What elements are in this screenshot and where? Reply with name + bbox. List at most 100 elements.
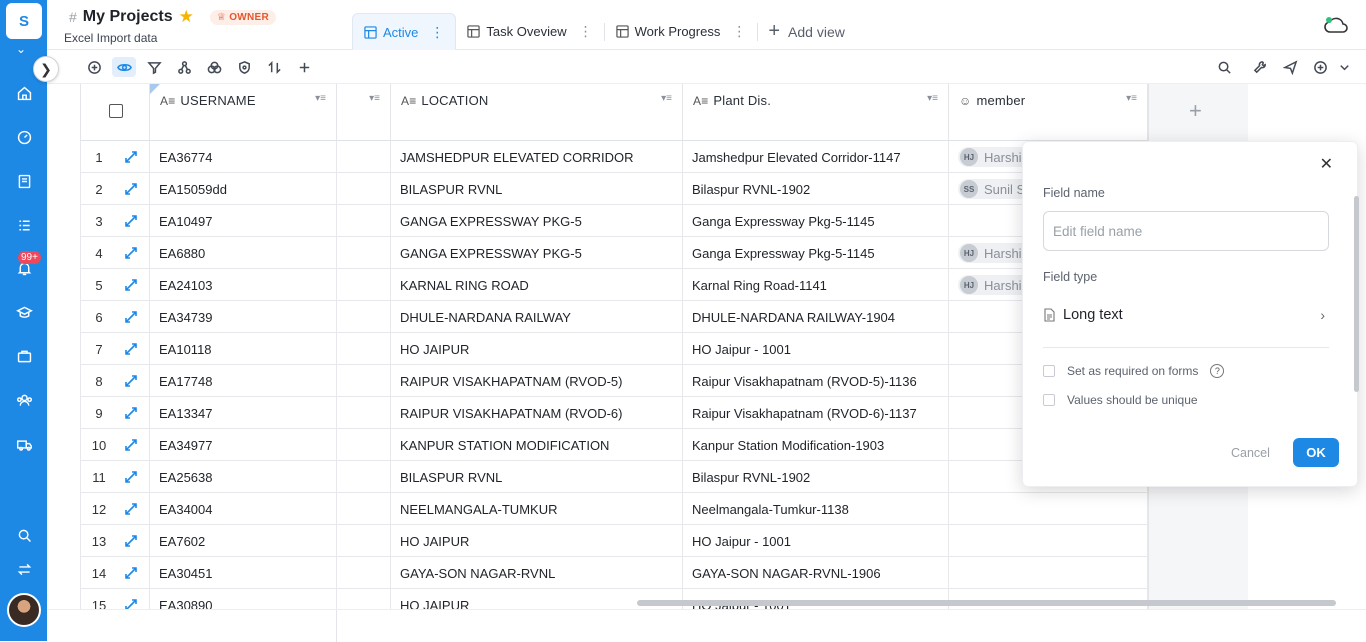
column-header-plant[interactable]: A≡ Plant Dis. ▾≡	[683, 84, 949, 141]
add-record-icon[interactable]	[82, 57, 106, 77]
plant-cell[interactable]: HO Jaipur - 1001	[683, 333, 949, 365]
blank-cell[interactable]	[337, 429, 391, 461]
workspace-logo[interactable]: S	[6, 3, 42, 39]
blank-cell[interactable]	[337, 269, 391, 301]
location-cell[interactable]: KANPUR STATION MODIFICATION	[391, 429, 683, 461]
blank-cell[interactable]	[337, 173, 391, 205]
username-cell[interactable]: EA36774	[150, 141, 337, 173]
shield-icon[interactable]	[232, 57, 256, 77]
member-cell[interactable]	[949, 557, 1148, 589]
username-cell[interactable]: EA17748	[150, 365, 337, 397]
blank-cell[interactable]	[337, 141, 391, 173]
location-cell[interactable]: GANGA EXPRESSWAY PKG-5	[391, 205, 683, 237]
column-menu-icon[interactable]: ▾≡	[927, 93, 938, 104]
expand-row-icon[interactable]	[124, 278, 138, 292]
expand-sidebar-button[interactable]: ❯	[33, 56, 59, 82]
plant-cell[interactable]: Bilaspur RVNL-1902	[683, 173, 949, 205]
plant-cell[interactable]: Jamshedpur Elevated Corridor-1147	[683, 141, 949, 173]
horizontal-scrollbar[interactable]	[637, 600, 1336, 606]
field-type-selector[interactable]: Long text ›	[1043, 302, 1329, 328]
table-row[interactable]: 2 EA15059dd BILASPUR RVNL Bilaspur RVNL-…	[80, 173, 1148, 205]
more-vertical-icon[interactable]: ⋮	[430, 24, 444, 41]
cloud-sync-icon[interactable]	[1324, 15, 1350, 37]
expand-row-icon[interactable]	[124, 438, 138, 452]
required-option[interactable]: Set as required on forms ?	[1043, 364, 1225, 378]
vertical-scrollbar[interactable]	[1352, 146, 1361, 404]
table-row[interactable]: 7 EA10118 HO JAIPUR HO Jaipur - 1001	[80, 333, 1148, 365]
plant-cell[interactable]: Ganga Expressway Pkg-5-1145	[683, 205, 949, 237]
send-icon[interactable]	[1278, 57, 1302, 77]
blank-cell[interactable]	[337, 237, 391, 269]
tab-work-progress[interactable]: Work Progress ⋮	[605, 13, 758, 50]
location-cell[interactable]: NEELMANGALA-TUMKUR	[391, 493, 683, 525]
location-cell[interactable]: DHULE-NARDANA RAILWAY	[391, 301, 683, 333]
select-all-checkbox[interactable]	[109, 104, 123, 118]
blank-cell[interactable]	[337, 461, 391, 493]
scrollbar-thumb[interactable]	[1354, 196, 1359, 392]
expand-row-icon[interactable]	[124, 214, 138, 228]
expand-row-icon[interactable]	[124, 470, 138, 484]
integration-icon[interactable]	[1308, 57, 1332, 77]
column-menu-icon[interactable]: ▾≡	[661, 93, 672, 104]
location-cell[interactable]: BILASPUR RVNL	[391, 173, 683, 205]
chevron-down-icon[interactable]: ⌄	[16, 42, 26, 56]
expand-row-icon[interactable]	[124, 150, 138, 164]
location-cell[interactable]: KARNAL RING ROAD	[391, 269, 683, 301]
blank-cell[interactable]	[337, 397, 391, 429]
help-icon[interactable]: ?	[1210, 364, 1225, 378]
truck-icon[interactable]	[14, 434, 34, 454]
expand-row-icon[interactable]	[124, 534, 138, 548]
more-vertical-icon[interactable]: ⋮	[579, 23, 593, 40]
add-column-button[interactable]: +	[1189, 98, 1202, 124]
blank-cell[interactable]	[337, 525, 391, 557]
username-cell[interactable]: EA15059dd	[150, 173, 337, 205]
username-cell[interactable]: EA34977	[150, 429, 337, 461]
graduation-cap-icon[interactable]	[14, 302, 34, 322]
blank-cell[interactable]	[337, 365, 391, 397]
plus-icon[interactable]	[292, 57, 316, 77]
book-icon[interactable]	[14, 171, 34, 191]
plant-cell[interactable]: GAYA-SON NAGAR-RVNL-1906	[683, 557, 949, 589]
blank-cell[interactable]	[337, 205, 391, 237]
user-avatar[interactable]	[7, 593, 41, 627]
blank-cell[interactable]	[337, 301, 391, 333]
expand-row-icon[interactable]	[124, 182, 138, 196]
search-icon[interactable]	[1212, 57, 1236, 77]
tab-task-overview[interactable]: Task Oveview ⋮	[456, 13, 603, 50]
location-cell[interactable]: GANGA EXPRESSWAY PKG-5	[391, 237, 683, 269]
username-cell[interactable]: EA10497	[150, 205, 337, 237]
location-cell[interactable]: JAMSHEDPUR ELEVATED CORRIDOR	[391, 141, 683, 173]
plant-cell[interactable]: Karnal Ring Road-1141	[683, 269, 949, 301]
table-row[interactable]: 1 EA36774 JAMSHEDPUR ELEVATED CORRIDOR J…	[80, 141, 1148, 173]
username-cell[interactable]: EA7602	[150, 525, 337, 557]
username-cell[interactable]: EA10118	[150, 333, 337, 365]
column-header-location[interactable]: A≡ LOCATION ▾≡	[391, 84, 683, 141]
username-cell[interactable]: EA25638	[150, 461, 337, 493]
member-chip[interactable]: HJ Harshi	[958, 147, 1032, 167]
page-title[interactable]: My Projects	[83, 8, 173, 26]
eye-icon[interactable]	[112, 57, 136, 77]
table-row[interactable]: 14 EA30451 GAYA-SON NAGAR-RVNL GAYA-SON …	[80, 557, 1148, 589]
username-cell[interactable]: EA34739	[150, 301, 337, 333]
column-header-username[interactable]: A≡ USERNAME ▾≡	[150, 84, 337, 141]
plant-cell[interactable]: Bilaspur RVNL-1902	[683, 461, 949, 493]
chevron-down-icon[interactable]	[1332, 57, 1356, 77]
team-icon[interactable]	[14, 390, 34, 410]
expand-row-icon[interactable]	[124, 310, 138, 324]
expand-row-icon[interactable]	[124, 246, 138, 260]
location-cell[interactable]: BILASPUR RVNL	[391, 461, 683, 493]
column-header-blank[interactable]: ▾≡	[337, 84, 391, 141]
username-cell[interactable]: EA34004	[150, 493, 337, 525]
plant-cell[interactable]: Ganga Expressway Pkg-5-1145	[683, 237, 949, 269]
member-chip[interactable]: HJ Harshi	[958, 243, 1032, 263]
column-header-member[interactable]: ☺ member ▾≡	[949, 84, 1148, 141]
wrench-icon[interactable]	[1248, 57, 1272, 77]
column-menu-icon[interactable]: ▾≡	[315, 93, 326, 104]
briefcase-icon[interactable]	[14, 346, 34, 366]
plant-cell[interactable]: DHULE-NARDANA RAILWAY-1904	[683, 301, 949, 333]
table-row[interactable]: 6 EA34739 DHULE-NARDANA RAILWAY DHULE-NA…	[80, 301, 1148, 333]
swap-icon[interactable]	[14, 559, 34, 579]
column-menu-icon[interactable]: ▾≡	[1126, 93, 1137, 104]
cancel-button[interactable]: Cancel	[1231, 446, 1270, 460]
expand-row-icon[interactable]	[124, 502, 138, 516]
